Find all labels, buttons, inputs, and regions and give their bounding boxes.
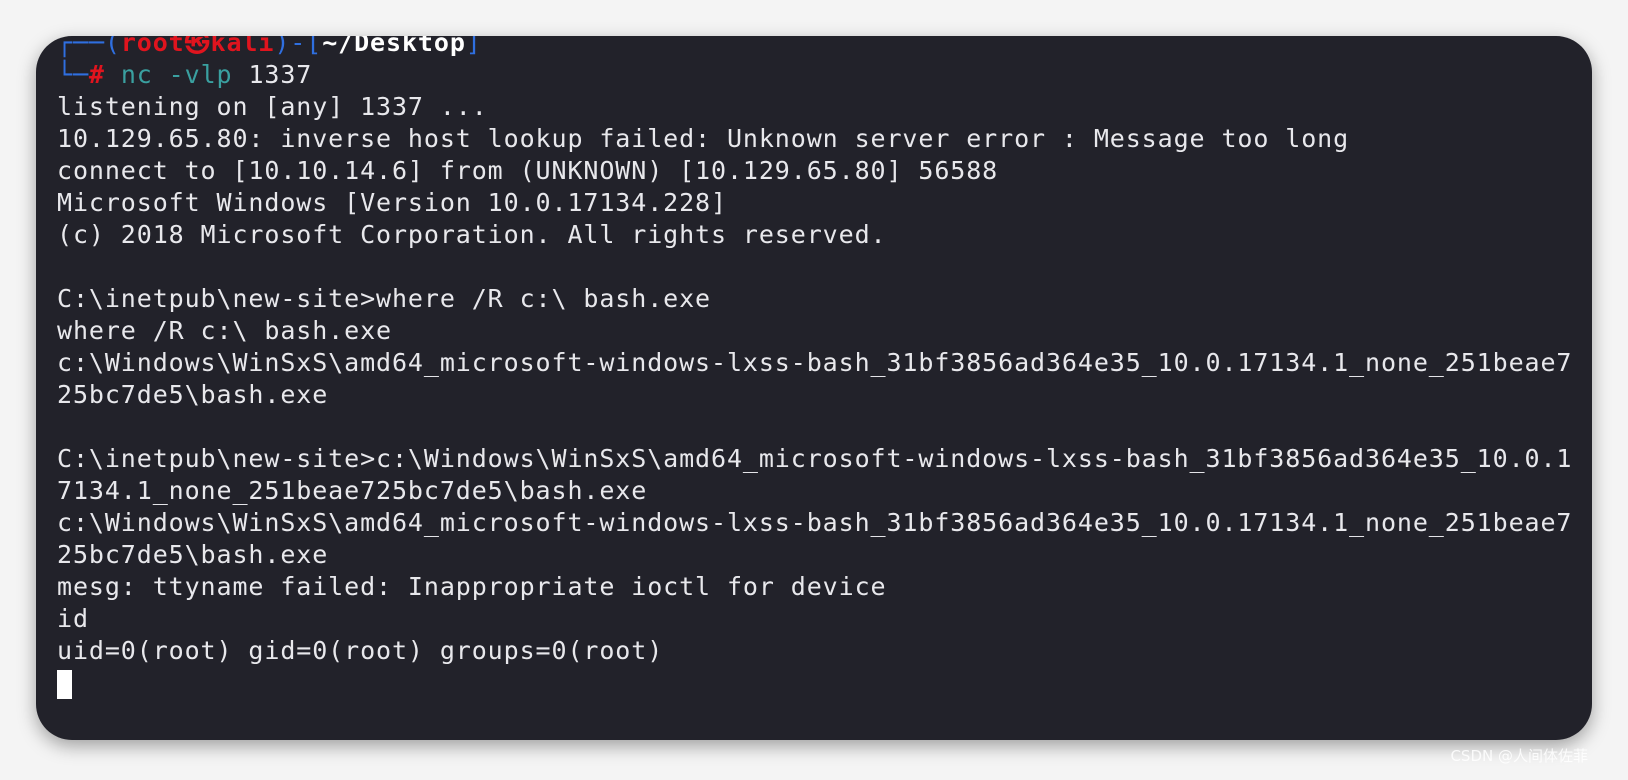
output-line: C:\inetpub\new-site>where /R c:\ bash.ex… bbox=[57, 284, 712, 313]
output-line: c:\Windows\WinSxS\amd64_microsoft-window… bbox=[57, 348, 1573, 377]
output-line: connect to [10.10.14.6] from (UNKNOWN) [… bbox=[57, 156, 999, 185]
terminal-window[interactable]: ┌──(root㉿kali)-[~/Desktop] └─# nc -vlp 13… bbox=[36, 36, 1592, 740]
output-line: 25bc7de5\bash.exe bbox=[57, 540, 329, 569]
watermark: CSDN @人间体佐菲 bbox=[1450, 747, 1588, 765]
output-line: c:\Windows\WinSxS\amd64_microsoft-window… bbox=[57, 508, 1573, 537]
prompt-host: kali bbox=[210, 36, 275, 57]
terminal-cursor bbox=[57, 669, 72, 699]
prompt-separator: ㉿ bbox=[184, 36, 211, 57]
output-block: listening on [any] 1337 ... 10.129.65.80:… bbox=[57, 91, 1572, 667]
prompt-command-arg: 1337 bbox=[248, 60, 313, 89]
output-line: mesg: ttyname failed: Inappropriate ioct… bbox=[57, 572, 887, 601]
output-line: C:\inetpub\new-site>c:\Windows\WinSxS\am… bbox=[57, 444, 1573, 473]
cursor-line bbox=[57, 667, 1572, 699]
output-line: id bbox=[57, 604, 89, 633]
prompt-symbol: # bbox=[88, 60, 105, 89]
output-line: (c) 2018 Microsoft Corporation. All righ… bbox=[57, 220, 887, 249]
output-line: where /R c:\ bash.exe bbox=[57, 316, 392, 345]
output-line: uid=0(root) gid=0(root) groups=0(root) bbox=[57, 636, 664, 665]
output-line: 7134.1_none_251beae725bc7de5\bash.exe bbox=[57, 476, 648, 505]
output-line: 25bc7de5\bash.exe bbox=[57, 380, 329, 409]
prompt-user: root bbox=[120, 36, 185, 57]
prompt-command: nc -vlp bbox=[120, 60, 233, 89]
output-line: Microsoft Windows [Version 10.0.17134.22… bbox=[57, 188, 727, 217]
prompt-line-2: └─# nc -vlp 1337 bbox=[57, 60, 313, 89]
terminal-output: ┌──(root㉿kali)-[~/Desktop] └─# nc -vlp 13… bbox=[57, 36, 1572, 699]
output-line: 10.129.65.80: inverse host lookup failed… bbox=[57, 124, 1350, 153]
output-line: listening on [any] 1337 ... bbox=[57, 92, 488, 121]
prompt-line-1: ┌──(root㉿kali)-[~/Desktop] bbox=[57, 36, 1572, 59]
prompt-cwd: ~/Desktop bbox=[322, 36, 466, 57]
